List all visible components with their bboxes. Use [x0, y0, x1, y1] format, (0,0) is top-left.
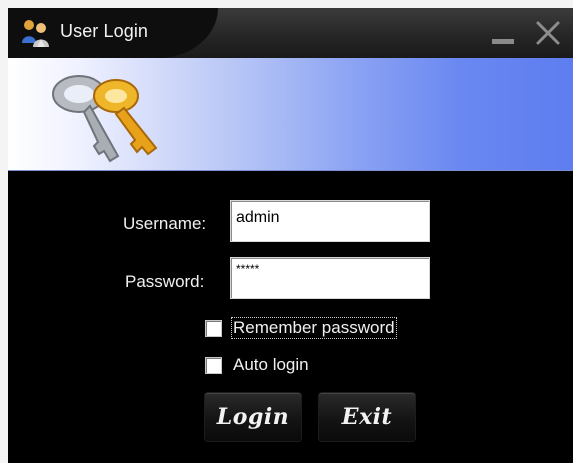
- remember-password-label[interactable]: Remember password: [231, 317, 397, 339]
- username-field[interactable]: admin: [230, 200, 430, 242]
- window-title: User Login: [60, 21, 149, 41]
- users-icon: [22, 20, 49, 47]
- exit-button[interactable]: Exit: [319, 393, 415, 441]
- username-label: Username:: [123, 214, 207, 233]
- remember-password-checkbox[interactable]: [205, 320, 222, 337]
- login-window: User Login Username: admin Password: ***…: [8, 8, 573, 463]
- close-icon: [536, 21, 560, 45]
- minimize-button[interactable]: [488, 20, 518, 46]
- close-button[interactable]: [531, 16, 565, 50]
- password-field[interactable]: *****: [230, 257, 430, 299]
- password-label: Password:: [125, 272, 205, 291]
- login-button[interactable]: Login: [205, 393, 301, 441]
- keys-icon: [52, 75, 158, 163]
- auto-login-checkbox[interactable]: [205, 357, 222, 374]
- title-bar[interactable]: User Login: [8, 8, 573, 58]
- auto-login-label[interactable]: Auto login: [233, 355, 309, 375]
- header-banner: [8, 58, 573, 171]
